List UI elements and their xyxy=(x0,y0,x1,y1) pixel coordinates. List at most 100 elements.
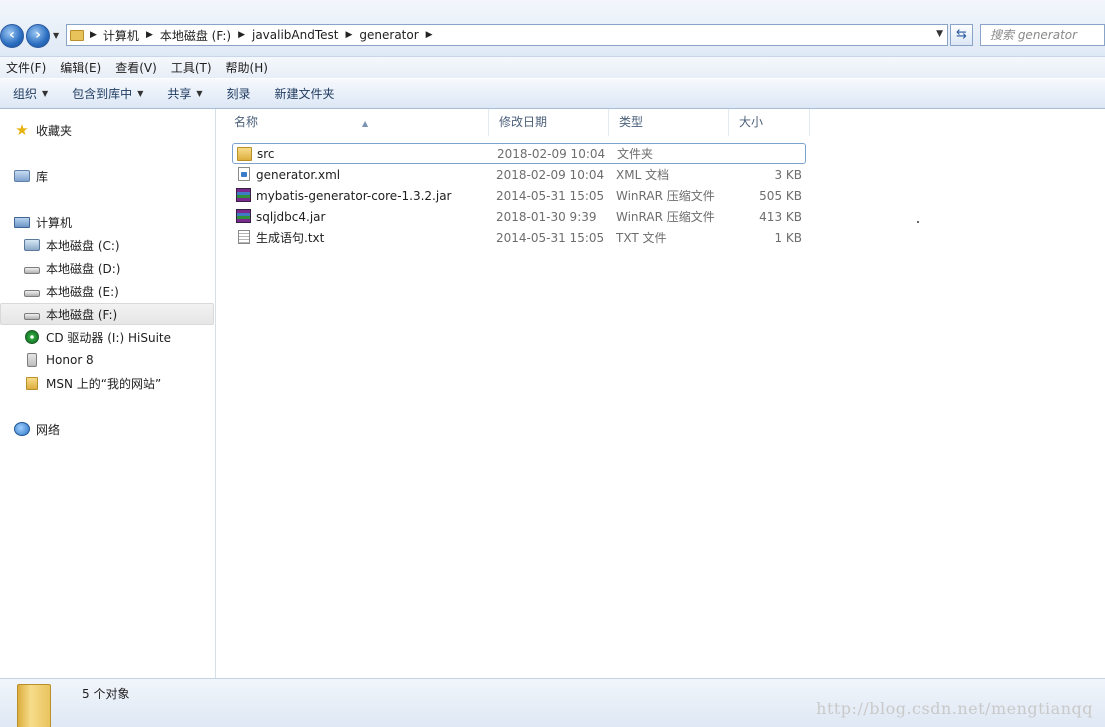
file-list: 名称 ▲ 修改日期 类型 大小 src 2018-02-09 10:04 文件夹… xyxy=(217,109,1105,678)
stray-pixel xyxy=(917,221,919,223)
nav-item-network[interactable]: 网络 xyxy=(0,418,214,440)
nav-item-label: 收藏夹 xyxy=(36,123,73,138)
breadcrumb-label: 计算机 xyxy=(102,28,139,43)
breadcrumb-computer[interactable]: 计算机 ▶ xyxy=(103,25,160,45)
nav-item-label: 本地磁盘 (F:) xyxy=(46,307,118,322)
folder-icon xyxy=(17,684,51,727)
file-row-sqljdbc4-jar[interactable]: sqljdbc4.jar 2018-01-30 9:39 WinRAR 压缩文件… xyxy=(232,206,806,227)
caret-down-icon: ▼ xyxy=(42,89,49,98)
breadcrumb-drive-f[interactable]: 本地磁盘 (F:) ▶ xyxy=(160,25,252,45)
burn-button[interactable]: 刻录 xyxy=(220,85,258,102)
chevron-right-icon[interactable]: ▶ xyxy=(146,30,153,40)
caret-down-icon: ▼ xyxy=(196,89,203,98)
folder-icon xyxy=(237,147,252,161)
nav-item-honor-8[interactable]: Honor 8 xyxy=(0,349,214,371)
address-row: ‹ › ▼ ▶ 计算机 ▶ 本地磁盘 (F:) ▶ javalibAndTest… xyxy=(0,0,1105,56)
address-history-dropdown[interactable]: ▼ xyxy=(936,29,943,39)
column-header-label: 大小 xyxy=(739,115,764,129)
nav-item-label: Honor 8 xyxy=(46,353,94,367)
file-name: generator.xml xyxy=(256,167,341,182)
column-header-label: 名称 xyxy=(234,115,259,129)
breadcrumb-javalibandtest[interactable]: javalibAndTest ▶ xyxy=(252,25,359,45)
file-size: 413 KB xyxy=(759,209,802,224)
drive-icon xyxy=(24,289,40,297)
column-header-size[interactable]: 大小 xyxy=(729,109,810,136)
drive-icon xyxy=(24,312,40,320)
file-row-generator-xml[interactable]: generator.xml 2018-02-09 10:04 XML 文档 3 … xyxy=(232,164,806,185)
address-bar[interactable]: ▶ 计算机 ▶ 本地磁盘 (F:) ▶ javalibAndTest ▶ gen… xyxy=(66,24,948,46)
winrar-archive-icon xyxy=(236,188,251,202)
xml-file-icon xyxy=(238,167,250,181)
phone-icon xyxy=(27,353,37,367)
menu-tools[interactable]: 工具(T) xyxy=(165,59,220,76)
file-row-mybatis-jar[interactable]: mybatis-generator-core-1.3.2.jar 2014-05… xyxy=(232,185,806,206)
chevron-right-icon[interactable]: ▶ xyxy=(238,30,245,40)
cd-drive-icon xyxy=(25,330,39,344)
organize-label: 组织 xyxy=(13,87,38,101)
nav-item-label: 本地磁盘 (E:) xyxy=(46,284,119,299)
nav-item-drive-d[interactable]: 本地磁盘 (D:) xyxy=(0,257,214,279)
file-name: 生成语句.txt xyxy=(256,231,325,245)
recent-pages-dropdown[interactable]: ▼ xyxy=(53,31,59,40)
column-header-date[interactable]: 修改日期 xyxy=(489,109,609,136)
breadcrumb-generator[interactable]: generator ▶ xyxy=(359,25,439,45)
breadcrumb-label: generator xyxy=(359,28,419,42)
include-in-library-button[interactable]: 包含到库中 ▼ xyxy=(65,85,150,102)
nav-item-cd-drive[interactable]: CD 驱动器 (I:) HiSuite xyxy=(0,326,214,348)
folder-icon xyxy=(70,29,84,41)
column-header-type[interactable]: 类型 xyxy=(609,109,729,136)
menu-edit[interactable]: 编辑(E) xyxy=(54,59,109,76)
winrar-archive-icon xyxy=(236,209,251,223)
forward-button[interactable]: › xyxy=(26,24,50,48)
column-header-name[interactable]: 名称 ▲ xyxy=(224,109,489,136)
chevron-right-icon[interactable]: ▶ xyxy=(426,30,433,40)
file-type: 文件夹 xyxy=(617,147,654,161)
item-count: 5 个对象 xyxy=(82,687,130,701)
share-button[interactable]: 共享 ▼ xyxy=(160,85,209,102)
nav-item-msn-site[interactable]: MSN 上的“我的网站” xyxy=(0,372,214,394)
nav-item-label: 本地磁盘 (C:) xyxy=(46,238,120,253)
file-date: 2018-02-09 10:04 xyxy=(497,146,606,161)
chevron-right-icon[interactable]: ▶ xyxy=(345,30,352,40)
sort-ascending-icon: ▲ xyxy=(362,119,369,128)
nav-item-drive-f[interactable]: 本地磁盘 (F:) xyxy=(0,303,214,325)
nav-item-drive-c[interactable]: 本地磁盘 (C:) xyxy=(0,234,214,256)
nav-item-label: 网络 xyxy=(36,422,61,437)
refresh-icon: ⇆ xyxy=(956,27,967,42)
new-folder-label: 新建文件夹 xyxy=(274,87,335,101)
nav-item-computer[interactable]: 计算机 xyxy=(0,211,214,233)
menu-help[interactable]: 帮助(H) xyxy=(220,59,276,76)
nav-item-favorites[interactable]: ★ 收藏夹 xyxy=(0,119,214,141)
file-type: WinRAR 压缩文件 xyxy=(616,210,715,224)
chevron-right-icon[interactable]: ▶ xyxy=(90,30,97,40)
folder-icon xyxy=(26,376,38,390)
burn-label: 刻录 xyxy=(226,87,251,101)
menu-file[interactable]: 文件(F) xyxy=(0,59,54,76)
nav-item-label: 本地磁盘 (D:) xyxy=(46,261,121,276)
file-date: 2014-05-31 15:05 xyxy=(496,230,605,245)
column-headers: 名称 ▲ 修改日期 类型 大小 xyxy=(217,109,810,136)
nav-item-drive-e[interactable]: 本地磁盘 (E:) xyxy=(0,280,214,302)
nav-item-libraries[interactable]: 库 xyxy=(0,165,214,187)
file-type: TXT 文件 xyxy=(616,231,667,245)
file-name: src xyxy=(257,146,275,161)
menu-bar: 文件(F) 编辑(E) 查看(V) 工具(T) 帮助(H) xyxy=(0,56,1105,78)
breadcrumb-label: javalibAndTest xyxy=(251,28,339,42)
file-row-txt[interactable]: 生成语句.txt 2014-05-31 15:05 TXT 文件 1 KB xyxy=(232,227,806,248)
include-in-library-label: 包含到库中 xyxy=(72,87,133,101)
watermark: http://blog.csdn.net/mengtianqq xyxy=(816,699,1093,718)
computer-icon xyxy=(14,216,30,228)
system-drive-icon xyxy=(24,239,40,251)
back-button[interactable]: ‹ xyxy=(0,24,24,48)
search-input[interactable]: 搜索 generator xyxy=(980,24,1105,46)
organize-button[interactable]: 组织 ▼ xyxy=(6,85,55,102)
file-row-src[interactable]: src 2018-02-09 10:04 文件夹 xyxy=(232,143,806,164)
menu-view[interactable]: 查看(V) xyxy=(109,59,165,76)
text-file-icon xyxy=(238,230,250,244)
navigation-pane: ★ 收藏夹 库 计算机 本地磁盘 (C:) 本地磁盘 (D:) 本地磁盘 (E:… xyxy=(0,109,216,678)
new-folder-button[interactable]: 新建文件夹 xyxy=(268,85,342,102)
refresh-button[interactable]: ⇆ xyxy=(950,24,973,46)
file-name: sqljdbc4.jar xyxy=(256,209,326,224)
column-header-label: 修改日期 xyxy=(499,115,548,129)
file-type: XML 文档 xyxy=(616,168,670,182)
